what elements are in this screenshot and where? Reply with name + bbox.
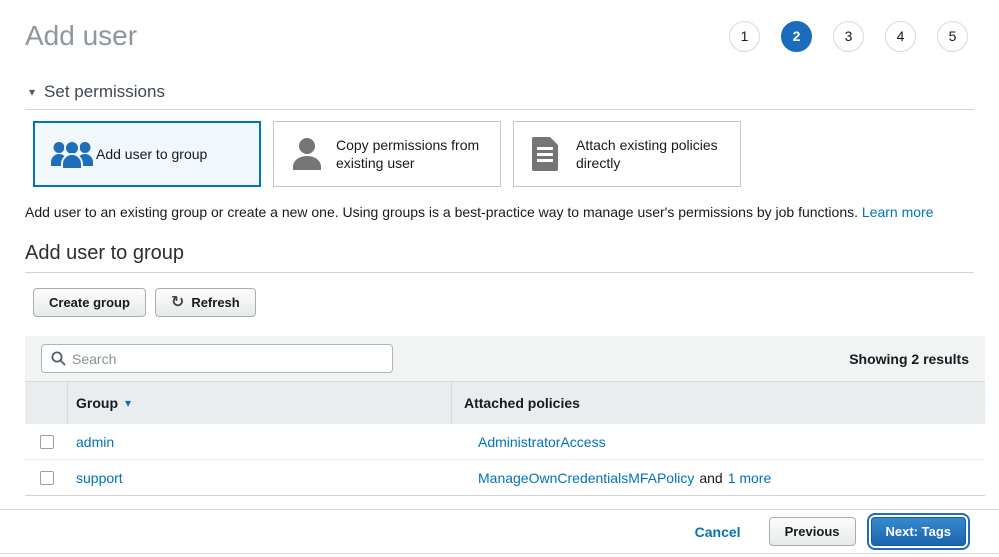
- card-add-user-to-group[interactable]: Add user to group: [33, 121, 261, 187]
- policies-cell: ManageOwnCredentialsMFAPolicy and 1 more: [452, 460, 985, 495]
- refresh-icon: ↻: [171, 295, 184, 311]
- table-row: support ManageOwnCredentialsMFAPolicy an…: [25, 460, 985, 496]
- select-all-cell: [25, 382, 68, 424]
- group-toolbar: Create group ↻ Refresh: [33, 288, 974, 317]
- page-header: Add user 1 2 3 4 5: [25, 0, 974, 52]
- learn-more-link[interactable]: Learn more: [862, 204, 934, 220]
- refresh-label: Refresh: [191, 295, 239, 310]
- policy-link[interactable]: AdministratorAccess: [478, 434, 606, 450]
- set-permissions-title: Set permissions: [44, 82, 165, 102]
- page-title: Add user: [25, 20, 137, 52]
- search-icon: [51, 351, 66, 366]
- groups-table: Showing 2 results Group ▾ Attached polic…: [25, 336, 985, 496]
- step-2-active[interactable]: 2: [781, 21, 812, 52]
- divider: [25, 272, 974, 273]
- permission-option-cards: Add user to group Copy permissions from …: [33, 121, 974, 187]
- section-description: Add user to an existing group or create …: [25, 204, 974, 220]
- results-count: Showing 2 results: [849, 351, 969, 367]
- card-attach-policies[interactable]: Attach existing policies directly: [513, 121, 741, 187]
- row-checkbox[interactable]: [40, 471, 54, 485]
- search-input[interactable]: [72, 351, 383, 367]
- set-permissions-toggle[interactable]: ▾ Set permissions: [25, 82, 974, 102]
- refresh-button[interactable]: ↻ Refresh: [155, 288, 256, 317]
- user-icon: [290, 137, 336, 171]
- next-tags-label: Next: Tags: [886, 524, 952, 539]
- and-text: and: [699, 470, 722, 486]
- card-label: Attach existing policies directly: [576, 136, 728, 172]
- card-copy-permissions[interactable]: Copy permissions from existing user: [273, 121, 501, 187]
- policies-column-label: Attached policies: [464, 395, 580, 411]
- card-label: Copy permissions from existing user: [336, 136, 488, 172]
- policy-document-icon: [530, 137, 576, 171]
- divider: [25, 109, 974, 110]
- chevron-down-icon: ▾: [29, 86, 35, 98]
- sort-desc-icon: ▾: [125, 396, 131, 410]
- group-link[interactable]: admin: [76, 434, 114, 450]
- step-3: 3: [833, 21, 864, 52]
- policy-link[interactable]: ManageOwnCredentialsMFAPolicy: [478, 470, 694, 486]
- wizard-steps: 1 2 3 4 5: [729, 21, 974, 52]
- create-group-button[interactable]: Create group: [33, 288, 146, 317]
- next-tags-button[interactable]: Next: Tags: [871, 517, 967, 546]
- table-header-row: Group ▾ Attached policies: [25, 381, 985, 424]
- step-1[interactable]: 1: [729, 21, 760, 52]
- previous-label: Previous: [785, 524, 840, 539]
- group-section-title: Add user to group: [25, 242, 974, 265]
- wizard-footer: Cancel Previous Next: Tags: [0, 509, 999, 554]
- step-5: 5: [937, 21, 968, 52]
- cancel-button[interactable]: Cancel: [695, 524, 741, 540]
- previous-button[interactable]: Previous: [769, 517, 856, 546]
- column-header-policies: Attached policies: [452, 382, 985, 424]
- group-column-label: Group: [76, 395, 118, 411]
- column-header-group[interactable]: Group ▾: [68, 382, 452, 424]
- checkbox-cell: [25, 460, 68, 495]
- table-search-row: Showing 2 results: [25, 336, 985, 381]
- row-checkbox[interactable]: [40, 435, 54, 449]
- add-user-wizard-page: Add user 1 2 3 4 5 ▾ Set permissions: [0, 0, 999, 496]
- search-box[interactable]: [41, 344, 393, 373]
- more-policies-link[interactable]: 1 more: [728, 470, 772, 486]
- group-icon: [50, 139, 96, 170]
- table-row: admin AdministratorAccess: [25, 424, 985, 460]
- group-link[interactable]: support: [76, 470, 123, 486]
- policies-cell: AdministratorAccess: [452, 424, 985, 459]
- checkbox-cell: [25, 424, 68, 459]
- group-cell: support: [68, 460, 452, 495]
- group-cell: admin: [68, 424, 452, 459]
- card-label: Add user to group: [96, 145, 207, 163]
- create-group-label: Create group: [49, 295, 130, 310]
- description-text: Add user to an existing group or create …: [25, 204, 862, 220]
- step-4: 4: [885, 21, 916, 52]
